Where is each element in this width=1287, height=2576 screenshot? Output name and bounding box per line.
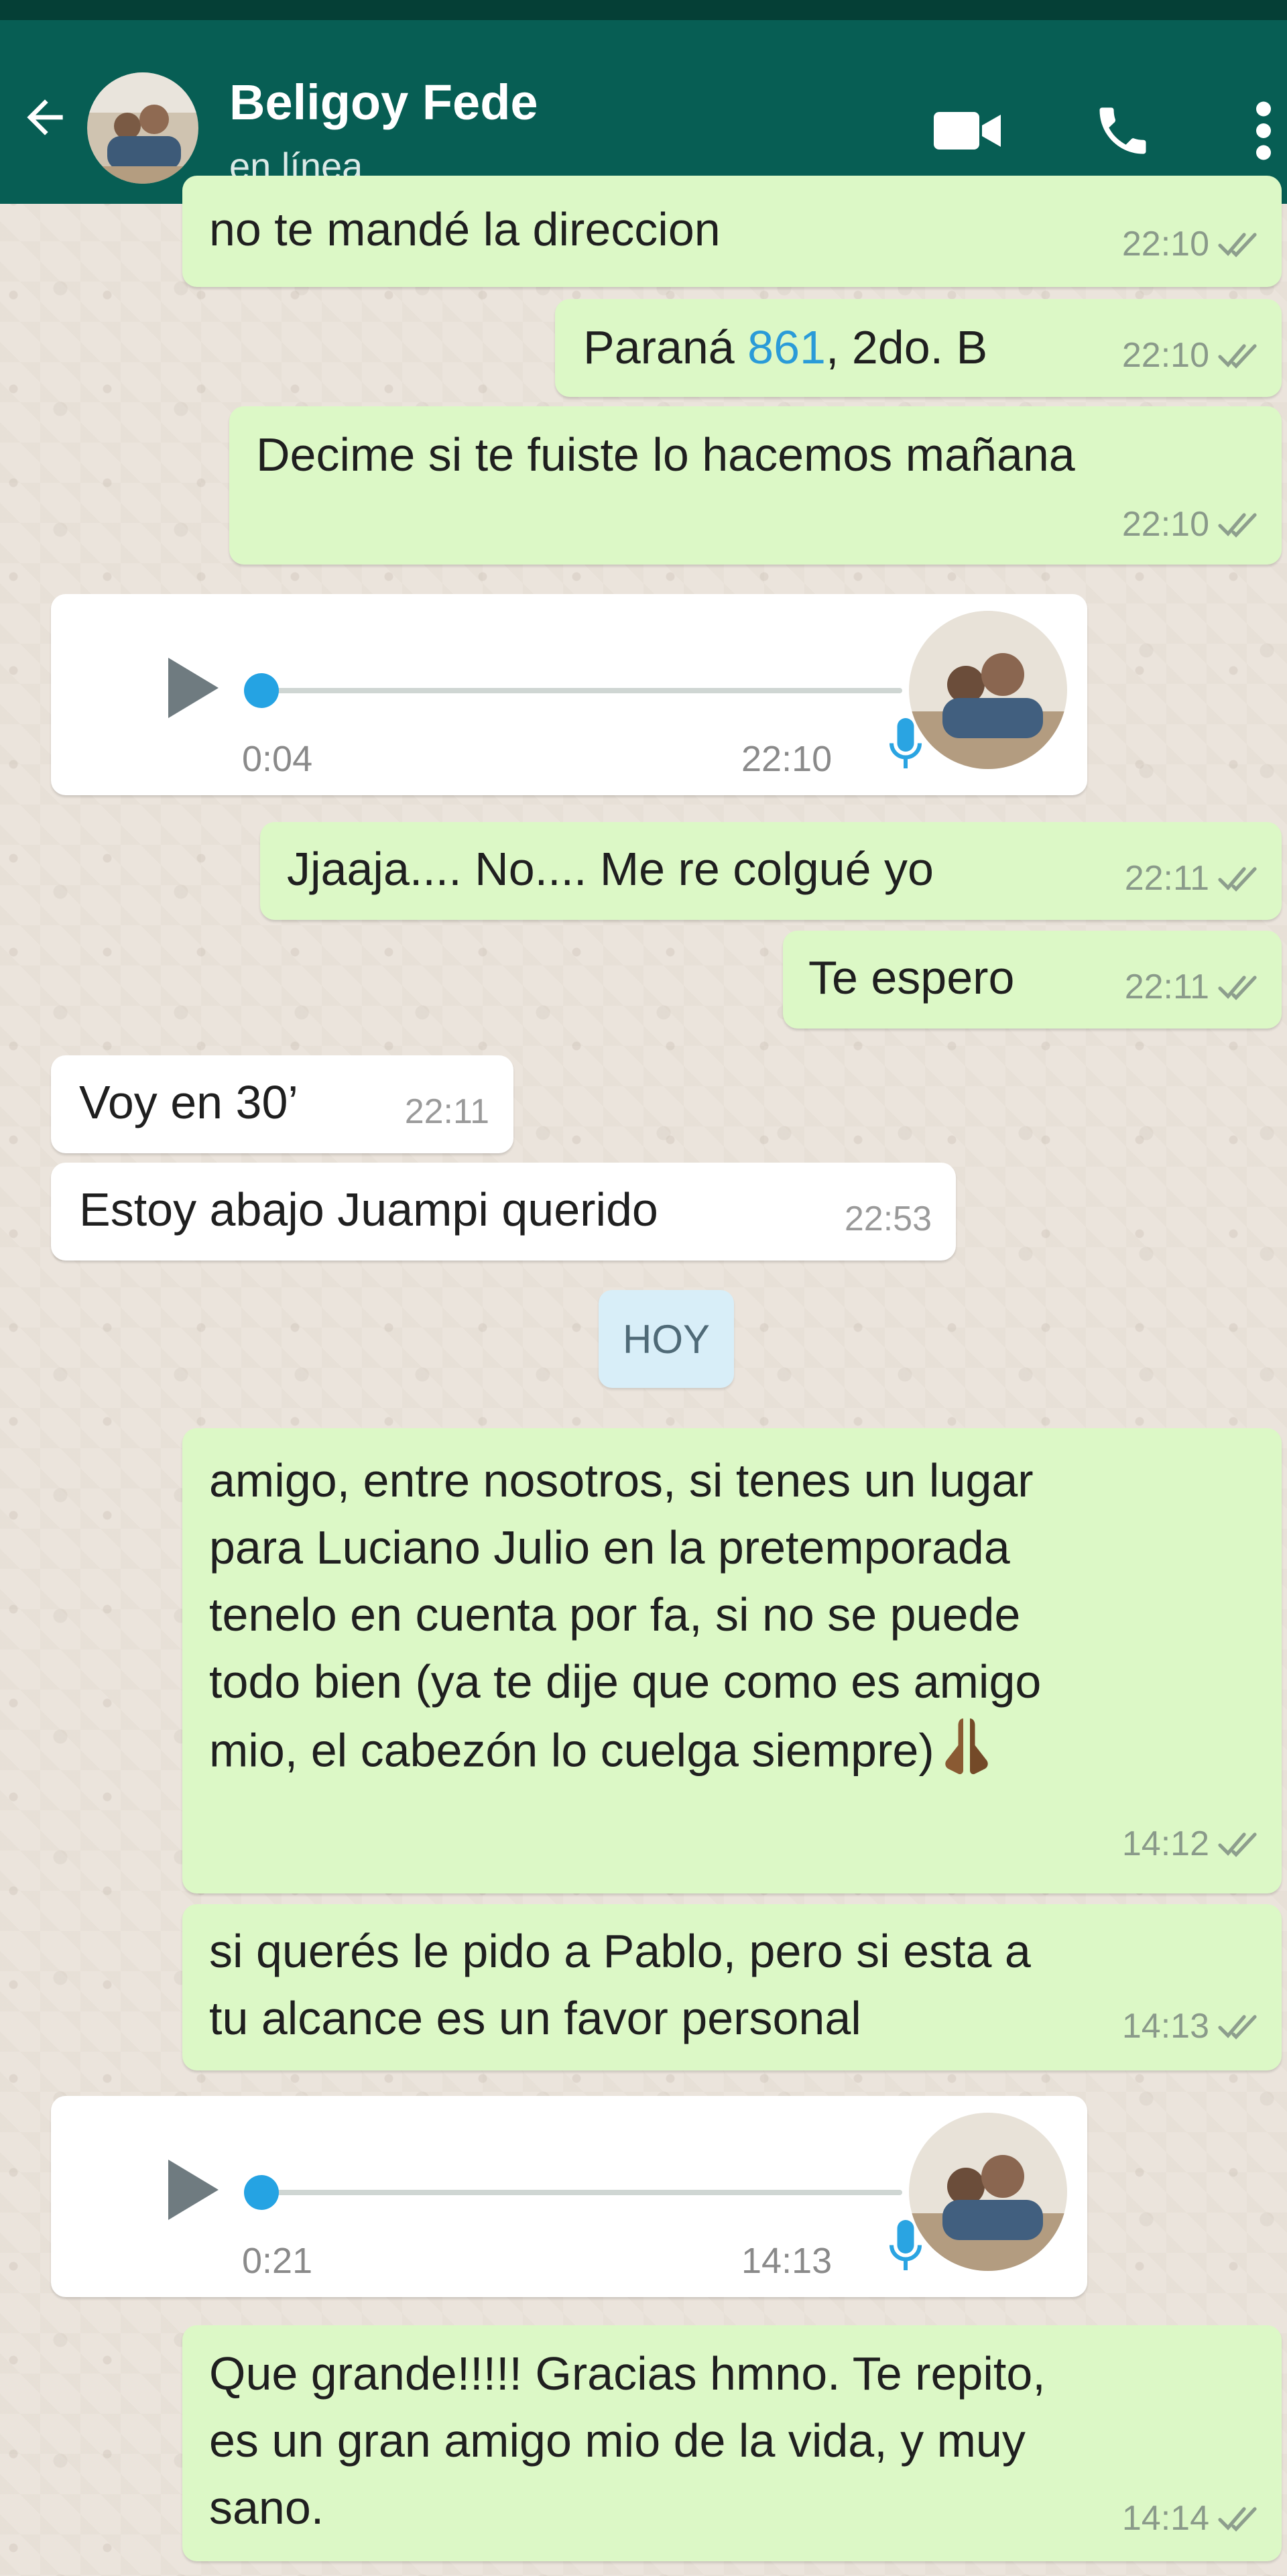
message-text-line: Que grande!!!!! Gracias hmno. Te repito,: [209, 2347, 1046, 2400]
play-icon[interactable]: [145, 644, 232, 731]
message-meta: 22:10: [1122, 335, 1262, 375]
voice-message-incoming[interactable]: 0:21 14:13: [51, 2096, 1087, 2297]
message-text: Voy en 30’: [79, 1076, 298, 1128]
status-bar: [0, 0, 1287, 20]
message-time: 14:12: [1121, 1824, 1209, 1863]
message-time: 22:10: [1121, 505, 1209, 544]
message-bubble-outgoing[interactable]: Jjaaja.... No.... Me re colgué yo 22:11: [260, 822, 1282, 920]
audio-duration: 0:21: [242, 2241, 313, 2281]
microphone-icon: [882, 715, 929, 775]
message-text-line: tu alcance es un favor personal: [209, 1992, 861, 2044]
message-meta: 22:11: [1125, 967, 1262, 1007]
message-bubble-outgoing[interactable]: Que grande!!!!! Gracias hmno. Te repito,…: [182, 2325, 1282, 2561]
message-text-line: si querés le pido a Pablo, pero si esta …: [209, 1925, 1031, 1977]
message-text-line: tenelo en cuenta por fa, si no se puede: [209, 1588, 1021, 1641]
message-time: 22:10: [1121, 225, 1209, 264]
message-text: Estoy abajo Juampi querido: [79, 1183, 658, 1236]
sender-avatar: [909, 2113, 1067, 2271]
message-time: 22:53: [844, 1199, 932, 1238]
date-separator: HOY: [599, 1290, 734, 1388]
double-check-icon: [1217, 2504, 1262, 2533]
double-check-icon: [1217, 229, 1262, 259]
double-check-icon: [1217, 864, 1262, 893]
message-time: 22:11: [404, 1092, 489, 1131]
message-time: 22:11: [1124, 968, 1209, 1006]
message-bubble-outgoing[interactable]: Te espero 22:11: [783, 931, 1282, 1029]
message-time: 22:10: [1121, 336, 1209, 375]
message-text-part: Paraná: [583, 321, 748, 373]
message-text-line: mio, el cabezón lo cuelga siempre): [209, 1715, 993, 1793]
message-text: Paraná 861, 2do. B: [583, 314, 987, 381]
double-check-icon: [1217, 972, 1262, 1002]
audio-seek-handle[interactable]: [244, 2175, 279, 2210]
contact-avatar[interactable]: [87, 72, 198, 184]
message-bubble-outgoing[interactable]: Paraná 861, 2do. B 22:10: [555, 299, 1282, 397]
message-time: 14:14: [1121, 2499, 1209, 2538]
back-arrow-icon[interactable]: [15, 87, 75, 148]
double-check-icon: [1217, 510, 1262, 539]
message-time: 22:10: [741, 739, 833, 779]
message-text-line: todo bien (ya te dije que como es amigo: [209, 1655, 1042, 1708]
message-time: 22:11: [1124, 859, 1209, 898]
message-text: Jjaaja.... No.... Me re colgué yo: [287, 843, 934, 895]
message-bubble-outgoing[interactable]: amigo, entre nosotros, si tenes un lugar…: [182, 1428, 1282, 1893]
message-time: 14:13: [1121, 2007, 1209, 2046]
play-icon[interactable]: [145, 2146, 232, 2233]
audio-seek-handle[interactable]: [244, 673, 279, 708]
message-bubble-outgoing[interactable]: si querés le pido a Pablo, pero si esta …: [182, 1904, 1282, 2070]
message-meta: 14:12: [1122, 1824, 1262, 1864]
address-number-link[interactable]: 861: [747, 321, 826, 373]
message-bubble-incoming[interactable]: Estoy abajo Juampi querido 22:53: [51, 1163, 956, 1261]
message-bubble-outgoing[interactable]: no te mandé la direccion 22:10: [182, 176, 1282, 287]
folded-hands-icon: [940, 1715, 993, 1793]
message-meta: 14:13: [1122, 2006, 1262, 2046]
message-meta: 22:11: [1125, 858, 1262, 898]
message-text-line: para Luciano Julio en la pretemporada: [209, 1521, 1010, 1574]
message-meta: 14:14: [1122, 2498, 1262, 2538]
double-check-icon: [1217, 341, 1262, 370]
audio-progress-track[interactable]: [252, 688, 902, 693]
more-vertical-icon[interactable]: [1240, 94, 1287, 168]
message-meta: 22:10: [1122, 504, 1262, 544]
microphone-icon: [882, 2217, 929, 2277]
message-text: no te mandé la direccion: [209, 203, 721, 255]
message-text-line: es un gran amigo mio de la vida, y muy: [209, 2414, 1026, 2467]
message-bubble-incoming[interactable]: Voy en 30’ 22:11: [51, 1055, 513, 1153]
message-text-line: sano.: [209, 2481, 324, 2534]
video-call-icon[interactable]: [928, 101, 1009, 161]
contact-name[interactable]: Beligoy Fede: [229, 74, 538, 131]
audio-duration: 0:04: [242, 739, 313, 779]
message-bubble-outgoing[interactable]: Decime si te fuiste lo hacemos mañana 22…: [229, 406, 1282, 565]
double-check-icon: [1217, 2011, 1262, 2041]
message-time: 14:13: [741, 2241, 833, 2281]
message-text: Decime si te fuiste lo hacemos mañana: [256, 428, 1075, 481]
voice-message-incoming[interactable]: 0:04 22:10: [51, 594, 1087, 795]
double-check-icon: [1217, 1829, 1262, 1859]
message-text-part: mio, el cabezón lo cuelga siempre): [209, 1724, 934, 1777]
phone-icon[interactable]: [1086, 94, 1160, 168]
audio-progress-track[interactable]: [252, 2190, 902, 2195]
message-text-part: , 2do. B: [825, 321, 988, 373]
sender-avatar: [909, 611, 1067, 769]
message-text-line: amigo, entre nosotros, si tenes un lugar: [209, 1454, 1034, 1507]
message-text: Te espero: [808, 951, 1015, 1004]
message-meta: 22:10: [1122, 224, 1262, 264]
